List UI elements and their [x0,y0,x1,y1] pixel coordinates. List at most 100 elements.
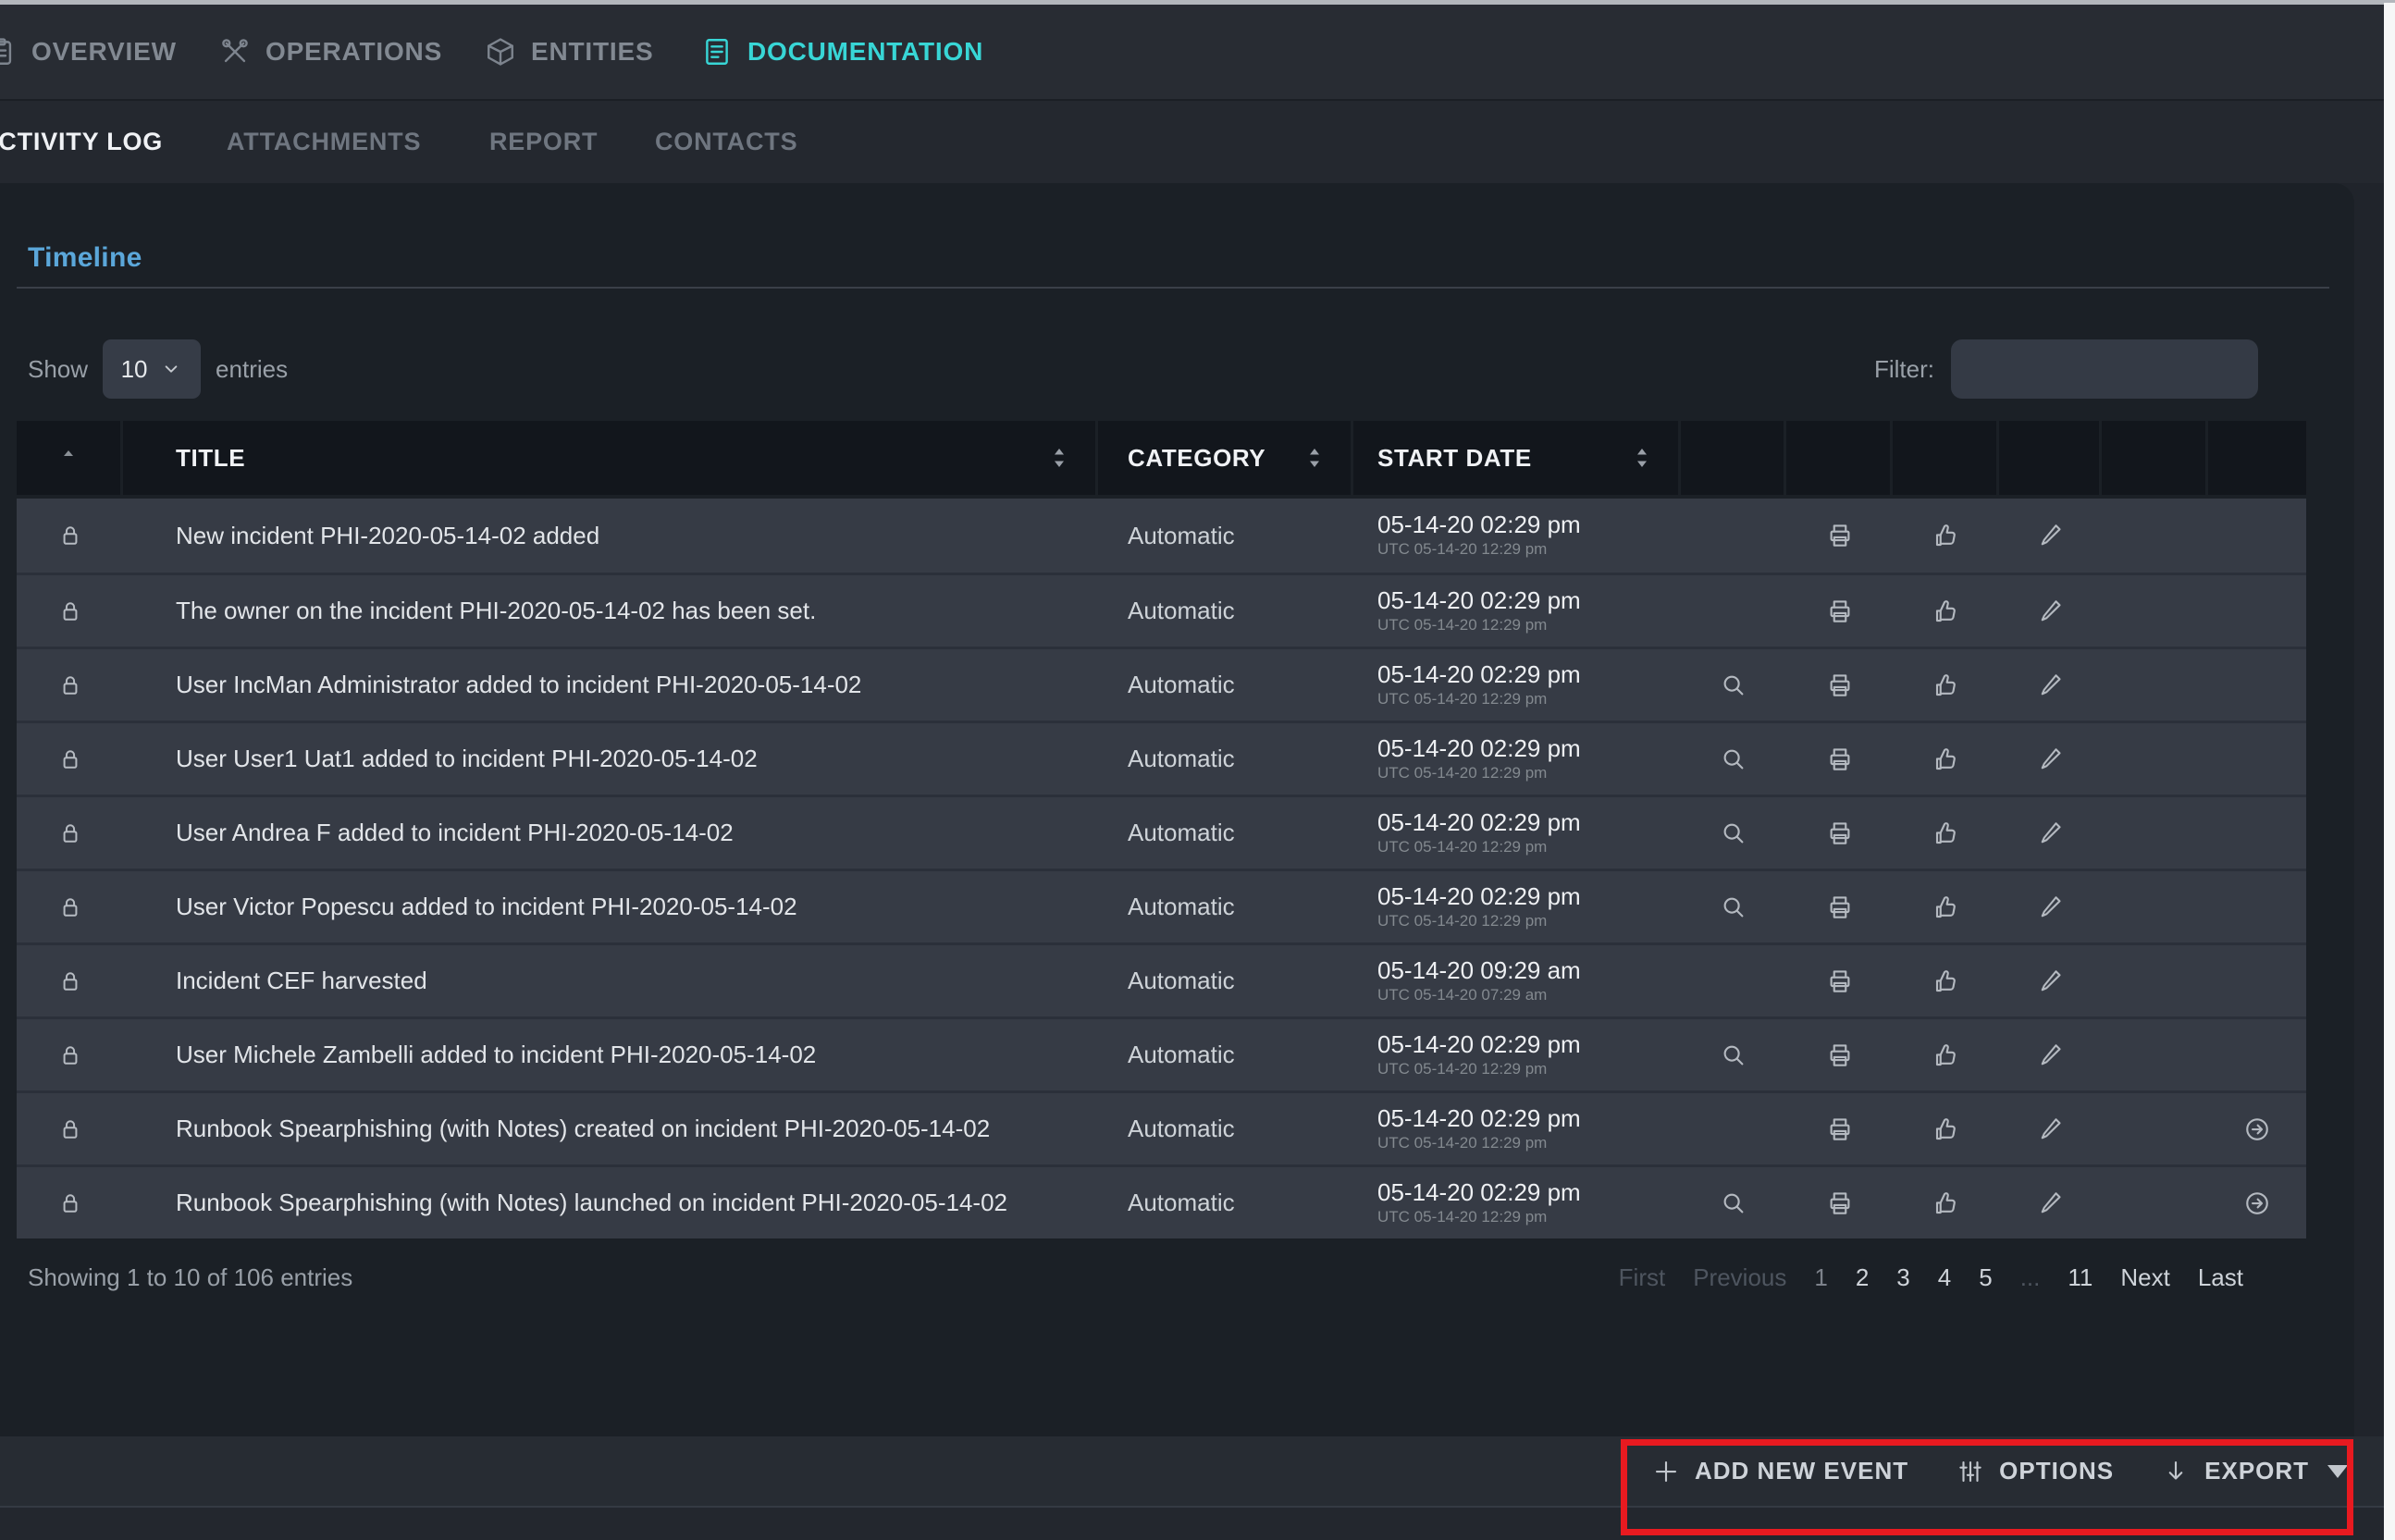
row-date-utc: UTC 05-14-20 12:29 pm [1377,1132,1547,1154]
row-date-utc: UTC 05-14-20 12:29 pm [1377,1206,1547,1228]
subtab-report[interactable]: REPORT [489,101,598,183]
row-edit-icon[interactable] [2037,671,2065,699]
row-like-icon[interactable] [1932,893,1960,921]
row-category: Automatic [1098,723,1353,795]
row-like-icon-cell [1893,945,1999,1016]
row-spare-cell [2102,1167,2208,1238]
row-category: Automatic [1098,797,1353,869]
tab-operations[interactable]: OPERATIONS [219,5,442,99]
row-edit-icon[interactable] [2037,893,2065,921]
row-search-icon[interactable] [1720,1189,1747,1217]
sort-both-icon[interactable] [1304,446,1325,470]
row-print-icon[interactable] [1826,893,1854,921]
filter-input[interactable] [1951,339,2258,399]
row-search-icon[interactable] [1720,1041,1747,1069]
row-edit-icon-cell [1999,1019,2102,1090]
row-search-icon[interactable] [1720,893,1747,921]
tab-label: OVERVIEW [31,37,177,67]
row-search-icon[interactable] [1720,671,1747,699]
tab-overview[interactable]: OVERVIEW [0,5,177,99]
row-search-icon[interactable] [1720,745,1747,773]
row-print-icon-cell [1786,499,1893,573]
table-row: Runbook Spearphishing (with Notes) launc… [17,1164,2306,1238]
tab-documentation[interactable]: DOCUMENTATION [701,5,983,99]
timeline-panel: Timeline Show 10 entries Filter: [0,183,2354,1436]
add-new-event-button[interactable]: ADD NEW EVENT [1652,1457,1908,1485]
row-edit-icon[interactable] [2037,522,2065,549]
sort-both-icon[interactable] [1632,446,1652,470]
row-print-icon[interactable] [1826,1189,1854,1217]
column-header-sort[interactable] [17,421,123,495]
row-like-icon-cell [1893,871,1999,942]
row-start-date: 05-14-20 02:29 pmUTC 05-14-20 12:29 pm [1353,1093,1681,1164]
row-edit-icon[interactable] [2037,967,2065,995]
row-search-icon-cell [1681,871,1786,942]
row-search-icon[interactable] [1720,819,1747,847]
tab-label: ENTITIES [531,37,653,67]
row-like-icon[interactable] [1932,745,1960,773]
row-print-icon[interactable] [1826,671,1854,699]
row-edit-icon[interactable] [2037,819,2065,847]
row-edit-icon[interactable] [2037,1189,2065,1217]
row-like-icon[interactable] [1932,598,1960,625]
page-2[interactable]: 2 [1856,1263,1869,1292]
row-date-local: 05-14-20 02:29 pm [1377,808,1581,836]
page-5[interactable]: 5 [1979,1263,1992,1292]
row-search-icon-cell [1681,499,1786,573]
lock-icon [17,945,123,1016]
row-goto-icon[interactable] [2243,1115,2271,1143]
export-button[interactable]: EXPORT [2162,1457,2348,1485]
row-print-icon[interactable] [1826,1115,1854,1143]
row-print-icon[interactable] [1826,522,1854,549]
row-like-icon[interactable] [1932,1115,1960,1143]
row-print-icon[interactable] [1826,598,1854,625]
tab-entities[interactable]: ENTITIES [485,5,653,99]
row-like-icon[interactable] [1932,967,1960,995]
row-edit-icon[interactable] [2037,598,2065,625]
row-edit-icon[interactable] [2037,1041,2065,1069]
row-print-icon[interactable] [1826,745,1854,773]
page-1[interactable]: 1 [1814,1263,1827,1292]
subtab-attachments[interactable]: ATTACHMENTS [227,101,421,183]
row-like-icon[interactable] [1932,671,1960,699]
row-edit-icon[interactable] [2037,745,2065,773]
entries-label: entries [216,355,288,384]
subtab-contacts[interactable]: CONTACTS [655,101,797,183]
page-previous[interactable]: Previous [1693,1263,1786,1292]
sort-asc-icon [57,444,80,473]
page-size-select[interactable]: 10 [103,339,201,399]
row-spare-cell [2102,1093,2208,1164]
row-date-local: 05-14-20 09:29 am [1377,956,1581,984]
table-row: User User1 Uat1 added to incident PHI-20… [17,721,2306,795]
page-title: Timeline [28,242,142,274]
page-11[interactable]: 11 [2068,1263,2093,1292]
row-edit-icon[interactable] [2037,1115,2065,1143]
row-goto-icon[interactable] [2243,1189,2271,1217]
main-nav: OVERVIEW OPERATIONS ENTITIES DOCUMENTATION [0,5,2384,99]
row-like-icon[interactable] [1932,819,1960,847]
row-like-icon[interactable] [1932,1041,1960,1069]
page-next[interactable]: Next [2120,1263,2169,1292]
row-date-local: 05-14-20 02:29 pm [1377,734,1581,762]
sort-both-icon[interactable] [1049,446,1069,470]
row-print-icon[interactable] [1826,1041,1854,1069]
options-button[interactable]: OPTIONS [1957,1457,2114,1485]
column-header-title[interactable]: TITLE [123,421,1098,495]
column-header-category[interactable]: CATEGORY [1098,421,1353,495]
table-row: User IncMan Administrator added to incid… [17,647,2306,721]
row-like-icon[interactable] [1932,1189,1960,1217]
row-print-icon[interactable] [1826,819,1854,847]
row-print-icon[interactable] [1826,967,1854,995]
export-label: EXPORT [2204,1457,2309,1485]
sliders-icon [1957,1458,1984,1485]
page-3[interactable]: 3 [1896,1263,1909,1292]
row-goto-icon-cell [2208,871,2306,942]
row-print-icon-cell [1786,797,1893,869]
page-size-value: 10 [121,355,148,384]
subtab-activity-log[interactable]: ACTIVITY LOG [0,101,163,183]
page-first[interactable]: First [1619,1263,1666,1292]
row-like-icon[interactable] [1932,522,1960,549]
page-last[interactable]: Last [2198,1263,2243,1292]
page-4[interactable]: 4 [1938,1263,1951,1292]
column-header-start-date[interactable]: START DATE [1353,421,1681,495]
